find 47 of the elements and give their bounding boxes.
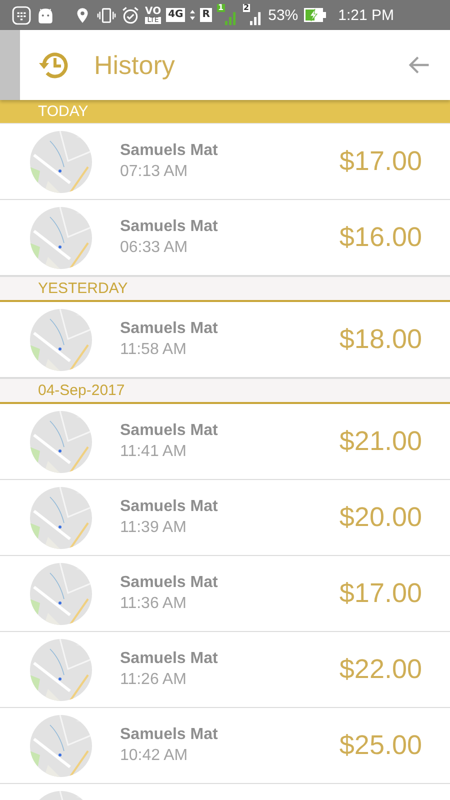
- trip-time: 10:42 AM: [120, 747, 189, 765]
- keypad-icon: [12, 6, 31, 24]
- trip-amount: $22.00: [339, 654, 422, 685]
- driver-name: Samuels Mat: [120, 726, 219, 744]
- section-header: 04-Sep-2017: [0, 378, 450, 404]
- data-arrows-icon: [190, 9, 196, 21]
- battery-percent: 53%: [268, 6, 298, 24]
- trip-time: 11:36 AM: [120, 595, 188, 613]
- trip-amount: $20.00: [339, 502, 422, 533]
- trip-amount: $17.00: [339, 578, 422, 609]
- trip-amount: $17.00: [339, 146, 422, 177]
- page-title: History: [94, 50, 176, 80]
- roaming-badge: R: [200, 8, 212, 22]
- trip-row[interactable]: Samuels Mat 11:36 AM $17.00: [0, 556, 450, 632]
- driver-name: Samuels Mat: [120, 650, 219, 668]
- battery-charging-icon: [303, 7, 328, 23]
- trip-row[interactable]: Samuels Mat 07:13 AM $17.00: [0, 124, 450, 200]
- trip-amount: $25.00: [339, 730, 422, 761]
- alarm-icon: [121, 6, 140, 24]
- section-header: YESTERDAY: [0, 276, 450, 302]
- trip-row[interactable]: Samuels Mat 11:39 AM $20.00: [0, 480, 450, 556]
- driver-name: Samuels Mat: [120, 320, 219, 338]
- trip-amount: $16.00: [339, 222, 422, 253]
- trip-time: 11:58 AM: [120, 341, 188, 359]
- driver-name: Samuels Mat: [120, 498, 219, 516]
- volte-label: VO: [145, 6, 162, 16]
- vibrate-icon: [97, 6, 116, 24]
- trip-amount: $21.00: [339, 426, 422, 457]
- android-icon: [36, 6, 55, 24]
- trip-time: 11:41 AM: [120, 443, 188, 461]
- driver-name: Samuels Mat: [120, 218, 219, 236]
- trip-row[interactable]: Samuels Mat 11:41 AM $21.00: [0, 404, 450, 480]
- trip-row[interactable]: Samuels Mat 11:26 AM $22.00: [0, 632, 450, 708]
- sim-number: 2: [242, 4, 250, 12]
- network-badge: 4G: [166, 8, 186, 22]
- clock: 1:21 PM: [338, 6, 394, 24]
- driver-name: Samuels Mat: [120, 142, 219, 160]
- trip-amount: $18.00: [339, 324, 422, 355]
- trip-time: 11:26 AM: [120, 671, 188, 689]
- trip-time: 07:13 AM: [120, 163, 189, 181]
- trip-time: 11:39 AM: [120, 519, 188, 537]
- section-header: TODAY: [0, 100, 450, 124]
- sim-number: 1: [216, 4, 225, 12]
- trip-row[interactable]: Samuels Mat 10:42 AM $25.00: [0, 708, 450, 784]
- driver-name: Samuels Mat: [120, 574, 219, 592]
- driver-name: Samuels Mat: [120, 422, 219, 440]
- trip-time: 06:33 AM: [120, 239, 189, 257]
